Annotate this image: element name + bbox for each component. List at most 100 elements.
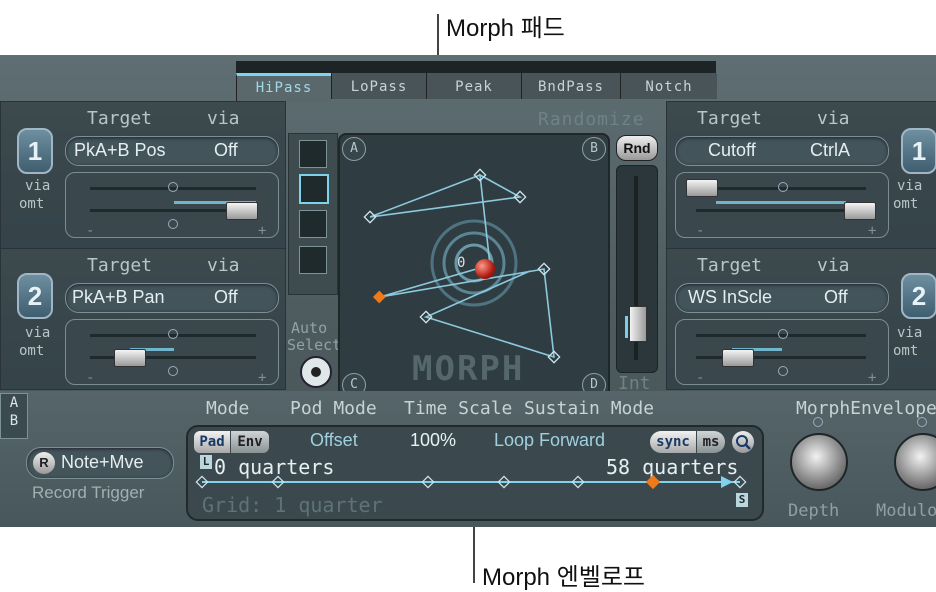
sustain-mode-label: Sustain Mode	[524, 398, 655, 419]
amount-slider-handle[interactable]	[844, 202, 876, 220]
via-label: via	[25, 325, 51, 341]
callout-morph-pad: Morph 패드	[446, 15, 565, 42]
tab-bndpass[interactable]: BndPass	[521, 73, 620, 99]
plus-label: +	[868, 223, 877, 239]
modulation-knob-mark	[917, 417, 927, 427]
magnifier-icon	[736, 435, 751, 450]
mod-via-value: CtrlA	[810, 140, 850, 160]
amount-slider-handle[interactable]	[226, 202, 258, 220]
amt-label: omt	[893, 196, 919, 212]
tab-notch[interactable]: Notch	[620, 73, 717, 99]
amt-label: omt	[893, 343, 919, 359]
envelope-grid-label: Grid: 1 quarter	[202, 493, 383, 517]
int-fill	[625, 316, 628, 338]
loop-start-marker[interactable]: L	[200, 455, 212, 469]
mod-target-value: Cutoff	[708, 140, 756, 160]
pad-mode-button[interactable]: Pad	[194, 431, 230, 453]
mod-number-badge[interactable]: 2	[901, 273, 936, 319]
target-header: Target	[697, 255, 763, 276]
modulation-label: Modulo	[876, 501, 936, 521]
amt-label: omt	[19, 343, 45, 359]
zoom-button[interactable]	[732, 431, 754, 453]
env-mode-button[interactable]: Env	[231, 431, 269, 453]
plus-label: +	[258, 223, 267, 239]
auto-select-label-2: Select	[287, 336, 342, 354]
time-scale-value[interactable]: 100%	[410, 430, 456, 451]
target-header: Target	[87, 255, 153, 276]
mod-amount-sliders: - +	[675, 319, 889, 386]
pod-dice-1[interactable]	[299, 140, 327, 168]
mod-amount-sliders: - +	[675, 172, 889, 239]
tab-peak[interactable]: Peak	[426, 73, 521, 99]
tab-lopass[interactable]: LoPass	[331, 73, 426, 99]
via-center-mark	[778, 182, 788, 192]
target-header: Target	[87, 108, 153, 129]
record-trigger-selector[interactable]: R Note+Mve	[26, 447, 174, 479]
sync-button[interactable]: sync	[650, 431, 696, 453]
ab-toggle-b: B	[9, 413, 19, 429]
ab-toggle-a: A	[9, 395, 19, 411]
pad-center-label: 0	[457, 255, 466, 271]
sustain-mode-value[interactable]: Loop Forward	[494, 430, 605, 451]
amt-label: omt	[19, 196, 45, 212]
record-r-button[interactable]: R	[33, 452, 55, 474]
mod-target-value: PkA+B Pan	[72, 287, 165, 307]
via-label: via	[897, 325, 923, 341]
minus-label: -	[86, 370, 95, 386]
minus-label: -	[696, 370, 705, 386]
pod-mode-value[interactable]: Offset	[310, 430, 358, 451]
mod-target-selector[interactable]: PkA+B Pan Off	[65, 283, 279, 313]
amount-slider-handle[interactable]	[114, 349, 146, 367]
mod-number-badge[interactable]: 1	[17, 128, 53, 174]
via-slider-handle[interactable]	[686, 179, 718, 197]
mod-number-badge[interactable]: 2	[17, 273, 53, 319]
via-header: via	[817, 255, 850, 276]
envelope-curve	[195, 474, 747, 490]
via-center-mark	[168, 182, 178, 192]
pod-mode-label: Pod Mode	[290, 398, 377, 419]
pod-dice-2[interactable]	[299, 174, 329, 204]
morph-envelope-display[interactable]: Pad Env Offset 100% Loop Forward sync ms…	[186, 425, 764, 521]
left-mod-panel-1: 1 Target via PkA+B Pos Off via omt - +	[0, 101, 286, 249]
depth-label: Depth	[788, 501, 840, 521]
time-scale-label: Time Scale	[404, 398, 513, 419]
left-mod-panel-2: 2 Target via PkA+B Pan Off via omt - +	[0, 248, 286, 390]
mode-label: Mode	[206, 398, 250, 419]
mod-target-selector[interactable]: PkA+B Pos Off	[65, 136, 279, 166]
amt-center-mark	[168, 219, 178, 229]
rnd-button[interactable]: Rnd	[616, 135, 658, 161]
mod-amount-sliders: - +	[65, 172, 279, 239]
auto-select-button[interactable]	[300, 356, 332, 388]
mod-target-selector[interactable]: Cutoff CtrlA	[675, 136, 889, 166]
morph-pad[interactable]: A B C D 0 MORPH	[338, 133, 610, 401]
morph-pad-ball[interactable]	[475, 259, 495, 279]
pod-dice-3[interactable]	[299, 210, 327, 238]
amt-track	[696, 209, 866, 212]
pod-dice-4[interactable]	[299, 246, 327, 274]
plugin-window: HiPass LoPass Peak BndPass Notch 1 Targe…	[0, 55, 936, 527]
depth-knob[interactable]	[790, 433, 848, 491]
mod-via-value: Off	[214, 287, 238, 307]
right-mod-panel-2: Target via WS InScle Off 2 via omt - +	[666, 248, 936, 390]
amt-range-fill	[716, 201, 846, 204]
int-slider-handle[interactable]	[629, 306, 647, 342]
auto-select-label-1: Auto	[291, 319, 328, 337]
intensity-slider[interactable]	[616, 165, 658, 373]
tab-hipass[interactable]: HiPass	[236, 73, 331, 102]
right-mod-panel-1: Target via Cutoff CtrlA 1 via omt - +	[666, 101, 936, 249]
sustain-marker[interactable]: S	[736, 493, 748, 507]
ms-button[interactable]: ms	[697, 431, 725, 453]
amount-slider-handle[interactable]	[722, 349, 754, 367]
morph-envelope-label: MorphEnvelope	[796, 398, 936, 419]
via-header: via	[817, 108, 850, 129]
ab-toggle[interactable]: A B	[0, 393, 28, 439]
depth-knob-mark	[813, 417, 823, 427]
amt-center-mark	[778, 366, 788, 376]
mod-target-selector[interactable]: WS InScle Off	[675, 283, 889, 313]
via-label: via	[25, 178, 51, 194]
auto-select-dot	[311, 367, 321, 377]
randomize-label: Randomize	[538, 109, 645, 130]
mod-number-badge[interactable]: 1	[901, 128, 936, 174]
record-trigger-label: Record Trigger	[32, 483, 145, 502]
mod-via-value: Off	[824, 287, 848, 307]
